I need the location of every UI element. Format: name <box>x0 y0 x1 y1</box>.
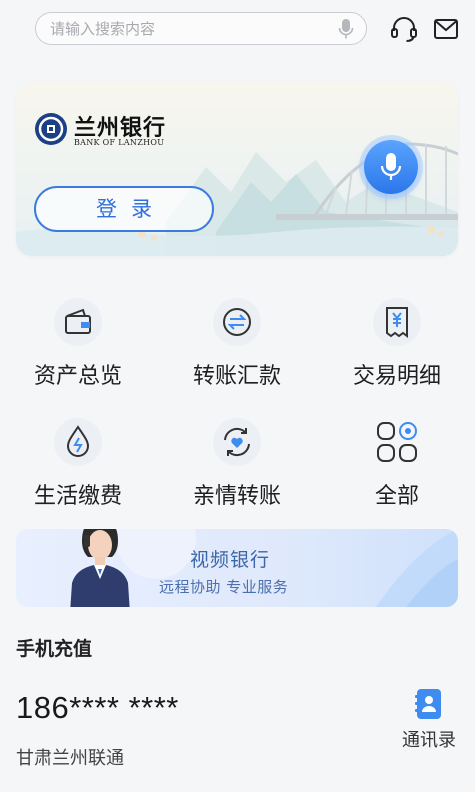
menu-label: 转账汇款 <box>192 364 281 389</box>
menu-item-asset-overview[interactable]: 资产总览 <box>8 292 148 392</box>
microphone-icon <box>380 153 402 180</box>
bank-emblem-icon <box>35 113 67 145</box>
contacts-button[interactable]: 通讯录 <box>392 688 472 758</box>
contacts-label: 通讯录 <box>402 730 456 751</box>
menu-item-all[interactable]: 全部 <box>327 412 467 512</box>
phone-number-input[interactable]: 186**** **** <box>16 690 179 726</box>
service-agent-avatar <box>70 529 130 607</box>
transfer-icon <box>213 298 261 346</box>
menu-label: 全部 <box>374 484 419 509</box>
address-book-icon <box>415 689 441 719</box>
recharge-section-title: 手机充值 <box>16 638 93 660</box>
video-banking-subtitle: 远程协助 专业服务 <box>159 578 289 596</box>
heart-exchange-icon <box>213 418 261 466</box>
login-button[interactable]: 登录 <box>34 186 214 232</box>
video-banking-title: 视频银行 <box>190 549 271 571</box>
video-banking-banner[interactable]: 视频银行 远程协助 专业服务 <box>16 529 458 607</box>
search-bar[interactable] <box>35 12 367 45</box>
menu-label: 资产总览 <box>33 364 122 389</box>
water-drop-icon <box>54 418 102 466</box>
top-bar <box>0 0 475 60</box>
receipt-icon <box>373 298 421 346</box>
menu-item-transaction-details[interactable]: 交易明细 <box>327 292 467 392</box>
voice-assistant-button[interactable] <box>364 140 418 194</box>
headset-icon[interactable] <box>389 14 419 44</box>
menu-item-life-payment[interactable]: 生活缴费 <box>8 412 148 512</box>
menu-label: 生活缴费 <box>33 484 122 509</box>
search-input[interactable] <box>50 19 320 39</box>
menu-item-family-transfer[interactable]: 亲情转账 <box>167 412 307 512</box>
carrier-label: 甘肃兰州联通 <box>16 748 124 769</box>
menu-label: 亲情转账 <box>192 484 281 509</box>
wallet-icon <box>54 298 102 346</box>
login-banner: 兰州银行 BANK OF LANZHOU 登录 <box>16 82 458 256</box>
menu-label: 交易明细 <box>352 364 441 389</box>
menu-item-transfer[interactable]: 转账汇款 <box>167 292 307 392</box>
apps-icon <box>373 418 421 466</box>
bank-name-english: BANK OF LANZHOU <box>74 138 165 147</box>
bank-logo: 兰州银行 BANK OF LANZHOU <box>34 110 194 150</box>
mail-icon[interactable] <box>432 14 462 44</box>
mic-icon[interactable] <box>338 18 354 40</box>
